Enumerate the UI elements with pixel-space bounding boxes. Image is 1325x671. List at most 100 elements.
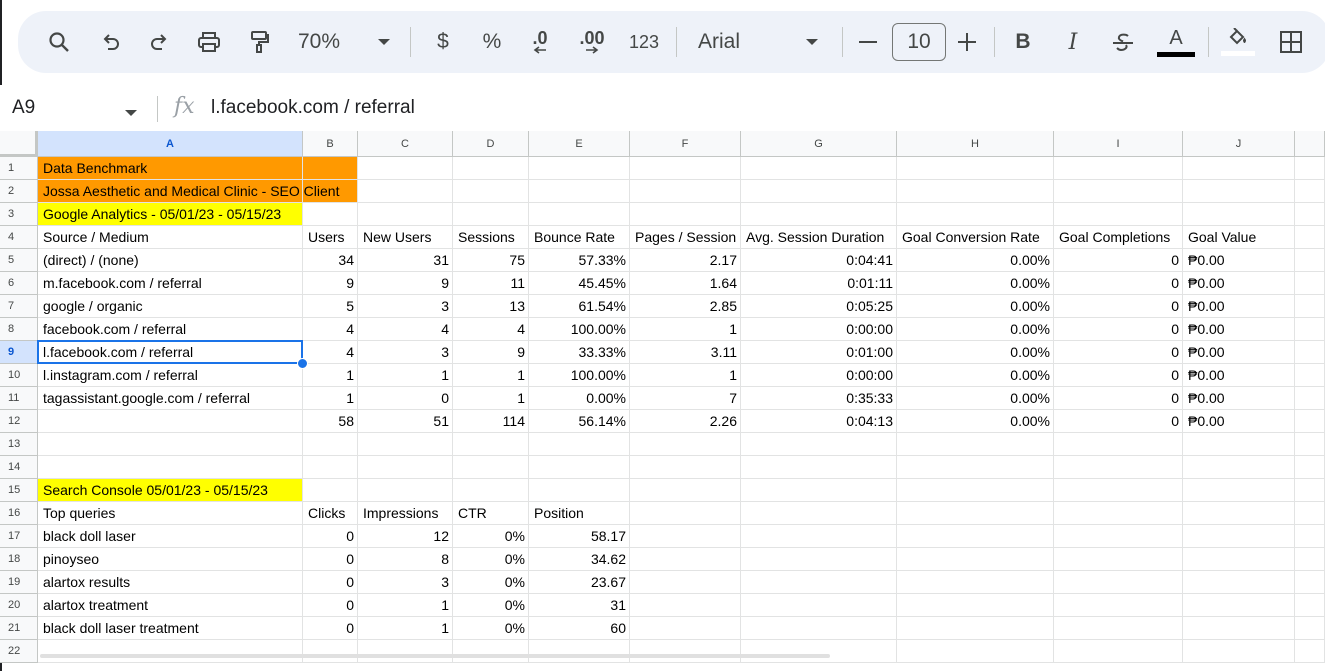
select-all-corner[interactable] <box>0 131 38 157</box>
name-box[interactable]: A9 <box>12 97 35 119</box>
fill-handle[interactable] <box>297 358 308 369</box>
cell-i10[interactable]: 0 <box>1054 364 1182 387</box>
font-dropdown[interactable] <box>802 11 822 73</box>
zoom-select[interactable]: 70% <box>298 11 358 73</box>
cell-a4[interactable]: Source / Medium <box>40 226 152 249</box>
cell-d17[interactable]: 0% <box>453 525 528 548</box>
cell-h12[interactable]: 0.00% <box>897 410 1053 433</box>
search-menus-button[interactable] <box>42 11 76 73</box>
cell-g6[interactable]: 0:01:11 <box>741 272 896 295</box>
cell-b12[interactable]: 58 <box>303 410 357 433</box>
row-header-1[interactable]: 1 <box>0 157 38 180</box>
cell-a10[interactable]: l.instagram.com / referral <box>40 364 201 387</box>
cell-a20[interactable]: alartox treatment <box>40 594 151 617</box>
column-header-a[interactable]: A <box>38 131 303 157</box>
row-header-5[interactable]: 5 <box>0 249 38 272</box>
cell-h8[interactable]: 0.00% <box>897 318 1053 341</box>
row-header-3[interactable]: 3 <box>0 203 38 226</box>
cell-i11[interactable]: 0 <box>1054 387 1182 410</box>
cell-f11[interactable]: 7 <box>630 387 740 410</box>
column-header-d[interactable]: D <box>453 131 529 157</box>
cell-j4[interactable]: Goal Value <box>1185 226 1259 249</box>
cell-d19[interactable]: 0% <box>453 571 528 594</box>
cell-b5[interactable]: 34 <box>303 249 357 272</box>
cell-e20[interactable]: 31 <box>529 594 629 617</box>
strikethrough-button[interactable] <box>1108 11 1138 73</box>
cell-d7[interactable]: 13 <box>453 295 528 318</box>
row-header-11[interactable]: 11 <box>0 387 38 410</box>
cell-c20[interactable]: 1 <box>358 594 452 617</box>
cell-c4[interactable]: New Users <box>360 226 434 249</box>
cell-e8[interactable]: 100.00% <box>529 318 629 341</box>
cell-c7[interactable]: 3 <box>358 295 452 318</box>
cell-b11[interactable]: 1 <box>303 387 357 410</box>
more-formats-button[interactable]: 123 <box>624 11 664 73</box>
cell-c10[interactable]: 1 <box>358 364 452 387</box>
cell-g5[interactable]: 0:04:41 <box>741 249 896 272</box>
cell-g9[interactable]: 0:01:00 <box>741 341 896 364</box>
cell-c19[interactable]: 3 <box>358 571 452 594</box>
cell-c18[interactable]: 8 <box>358 548 452 571</box>
italic-button[interactable]: I <box>1058 11 1088 73</box>
column-header-f[interactable]: F <box>630 131 741 157</box>
cell-c8[interactable]: 4 <box>358 318 452 341</box>
cell-g11[interactable]: 0:35:33 <box>741 387 896 410</box>
cell-j5[interactable]: ₱0.00 <box>1185 249 1228 272</box>
cell-f6[interactable]: 1.64 <box>630 272 740 295</box>
zoom-dropdown[interactable] <box>374 11 394 73</box>
cell-f9[interactable]: 3.11 <box>630 341 740 364</box>
cell-a3[interactable]: Google Analytics - 05/01/23 - 05/15/23 <box>40 203 284 226</box>
cell-g7[interactable]: 0:05:25 <box>741 295 896 318</box>
row-header-2[interactable]: 2 <box>0 180 38 203</box>
row-header-13[interactable]: 13 <box>0 433 38 456</box>
decrease-decimal-button[interactable]: .0 <box>522 11 558 73</box>
column-header-b[interactable]: B <box>303 131 358 157</box>
cell-b20[interactable]: 0 <box>303 594 357 617</box>
cell-j8[interactable]: ₱0.00 <box>1185 318 1228 341</box>
row-header-6[interactable]: 6 <box>0 272 38 295</box>
cell-i12[interactable]: 0 <box>1054 410 1182 433</box>
cell-e12[interactable]: 56.14% <box>529 410 629 433</box>
name-box-dropdown[interactable] <box>124 104 138 122</box>
cell-h9[interactable]: 0.00% <box>897 341 1053 364</box>
cell-a11[interactable]: tagassistant.google.com / referral <box>40 387 253 410</box>
cell-a8[interactable]: facebook.com / referral <box>40 318 189 341</box>
cell-c9[interactable]: 3 <box>358 341 452 364</box>
row-header-21[interactable]: 21 <box>0 617 38 640</box>
cell-h11[interactable]: 0.00% <box>897 387 1053 410</box>
cell-e19[interactable]: 23.67 <box>529 571 629 594</box>
cell-h7[interactable]: 0.00% <box>897 295 1053 318</box>
cell-j11[interactable]: ₱0.00 <box>1185 387 1228 410</box>
cell-d16[interactable]: CTR <box>455 502 490 525</box>
row-header-7[interactable]: 7 <box>0 295 38 318</box>
cell-a15[interactable]: Search Console 05/01/23 - 05/15/23 <box>40 479 271 502</box>
cell-h5[interactable]: 0.00% <box>897 249 1053 272</box>
cell-b17[interactable]: 0 <box>303 525 357 548</box>
row-header-19[interactable]: 19 <box>0 571 38 594</box>
cell-b10[interactable]: 1 <box>303 364 357 387</box>
increase-font-size-button[interactable] <box>954 11 980 73</box>
cell-h10[interactable]: 0.00% <box>897 364 1053 387</box>
cell-a21[interactable]: black doll laser treatment <box>40 617 202 640</box>
cell-f4[interactable]: Pages / Session <box>632 226 739 249</box>
cell-d11[interactable]: 1 <box>453 387 528 410</box>
cell-i7[interactable]: 0 <box>1054 295 1182 318</box>
cell-e21[interactable]: 60 <box>529 617 629 640</box>
cell-d5[interactable]: 75 <box>453 249 528 272</box>
cell-b21[interactable]: 0 <box>303 617 357 640</box>
cell-d6[interactable]: 11 <box>453 272 528 295</box>
row-header-4[interactable]: 4 <box>0 226 38 249</box>
cell-b19[interactable]: 0 <box>303 571 357 594</box>
fill-color-button[interactable] <box>1218 11 1258 73</box>
cell-j6[interactable]: ₱0.00 <box>1185 272 1228 295</box>
cell-a2[interactable]: Jossa Aesthetic and Medical Clinic - SEO… <box>40 180 342 203</box>
redo-button[interactable] <box>142 11 176 73</box>
cell-f10[interactable]: 1 <box>630 364 740 387</box>
row-header-9[interactable]: 9 <box>0 341 38 364</box>
cell-c12[interactable]: 51 <box>358 410 452 433</box>
row-header-12[interactable]: 12 <box>0 410 38 433</box>
bold-button[interactable]: B <box>1008 11 1038 73</box>
column-header-c[interactable]: C <box>358 131 453 157</box>
horizontal-scrollbar[interactable] <box>40 654 830 658</box>
cell-g12[interactable]: 0:04:13 <box>741 410 896 433</box>
